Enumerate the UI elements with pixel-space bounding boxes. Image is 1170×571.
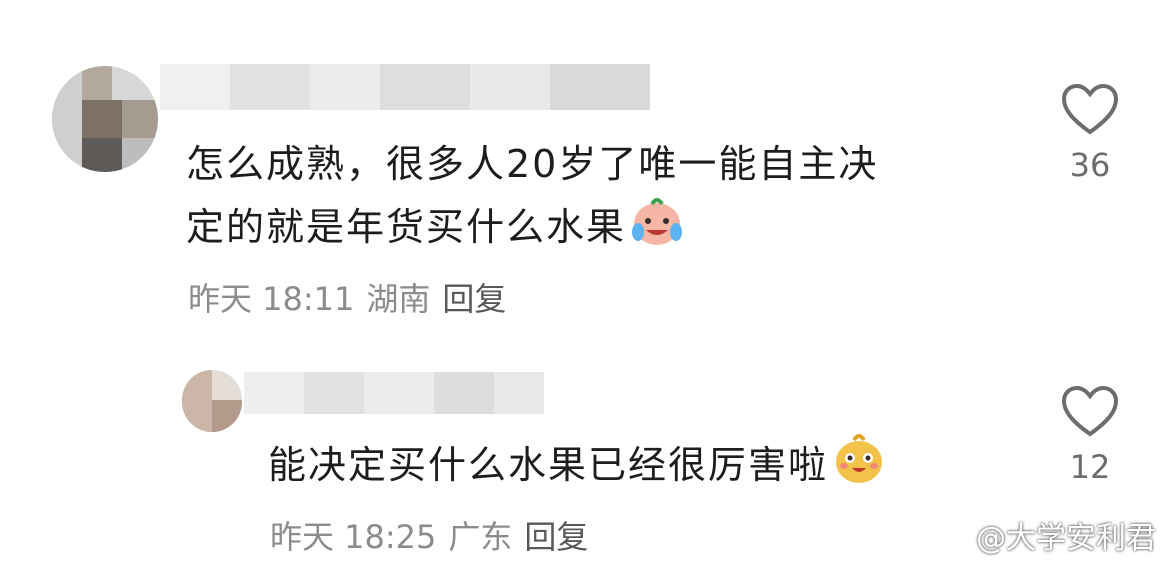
comment-meta: 昨天 18:25 广东 回复 <box>270 512 600 558</box>
comment-text: 能决定买什么水果已经很厉害啦 <box>268 432 886 503</box>
watermark-text: @大学安利君 <box>976 521 1156 556</box>
comment-text-line: 怎么成熟，很多人20岁了唯一能自主决 <box>186 142 879 186</box>
weibo-icon <box>925 520 966 551</box>
reply-button[interactable]: 回复 <box>442 280 506 318</box>
crying-laughing-emoji-icon <box>630 194 684 265</box>
like-button[interactable]: 12 <box>1050 384 1130 486</box>
watermark: @大学安利君 <box>924 513 1156 557</box>
avatar[interactable] <box>52 66 158 172</box>
username-blurred[interactable] <box>244 372 544 414</box>
comment-text-line-2: 定的就是年货买什么水果 <box>186 205 627 249</box>
comment-time: 昨天 18:11 <box>188 280 355 318</box>
smiling-emoji-icon <box>832 432 886 503</box>
heart-icon <box>1061 385 1119 437</box>
comment-text-line: 定的就是年货买什么水果 <box>186 194 878 265</box>
avatar[interactable] <box>182 370 242 432</box>
comment-meta: 昨天 18:11 湖南 回复 <box>188 274 518 320</box>
reply-button[interactable]: 回复 <box>524 518 588 556</box>
like-count: 12 <box>1069 448 1111 486</box>
like-count: 36 <box>1069 146 1111 184</box>
heart-icon <box>1061 83 1119 135</box>
username-blurred[interactable] <box>160 64 650 110</box>
comment-location: 广东 <box>448 518 513 556</box>
comment-location: 湖南 <box>366 280 431 318</box>
comment-text: 怎么成熟，很多人20岁了唯一能自主决 定的就是年货买什么水果 <box>186 134 878 265</box>
like-button[interactable]: 36 <box>1050 82 1130 184</box>
comment-time: 昨天 18:25 <box>270 518 437 556</box>
comment-text-line: 能决定买什么水果已经很厉害啦 <box>268 443 829 487</box>
